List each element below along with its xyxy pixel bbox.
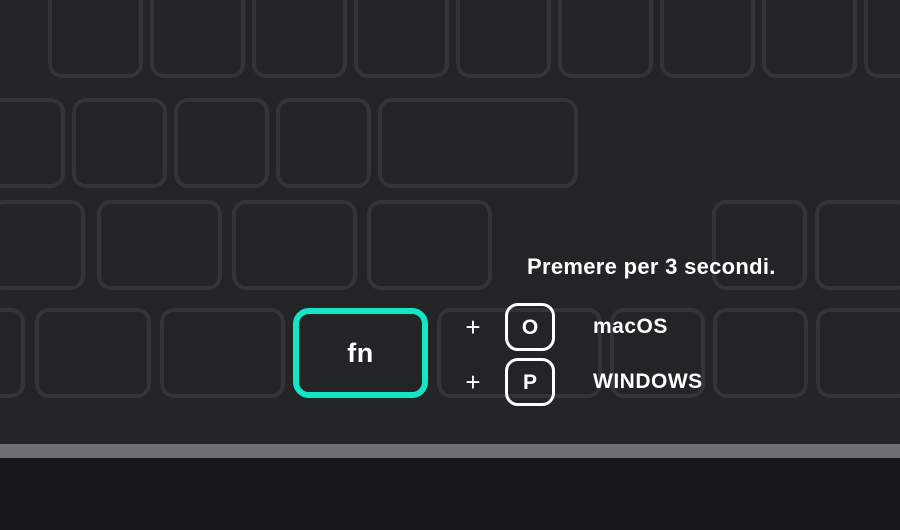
fn-key-label: fn xyxy=(347,338,373,369)
key-p-label: P xyxy=(523,372,537,393)
bg-key xyxy=(97,200,222,290)
bottom-band xyxy=(0,458,900,530)
bg-key xyxy=(816,308,900,398)
bg-key xyxy=(252,0,347,78)
bg-key xyxy=(150,0,245,78)
bg-key xyxy=(48,0,143,78)
bg-key xyxy=(456,0,551,78)
plus-icon: + xyxy=(459,369,487,395)
bg-key xyxy=(713,308,808,398)
plus-icon: + xyxy=(459,314,487,340)
bg-key xyxy=(0,308,25,398)
bg-key xyxy=(660,0,755,78)
key-o-label: O xyxy=(522,317,538,338)
divider-bar xyxy=(0,444,900,458)
bg-key xyxy=(276,98,371,188)
bg-key xyxy=(0,200,85,290)
bg-key xyxy=(35,308,151,398)
os-label-macos: macOS xyxy=(593,315,668,339)
key-o: O xyxy=(505,303,555,351)
combo-row-macos: + O macOS xyxy=(459,303,668,351)
combo-row-windows: + P WINDOWS xyxy=(459,358,703,406)
bg-key xyxy=(367,200,492,290)
bg-key xyxy=(160,308,285,398)
bg-key xyxy=(378,98,578,188)
instruction-text: Premere per 3 secondi. xyxy=(527,254,776,280)
key-p: P xyxy=(505,358,555,406)
os-label-windows: WINDOWS xyxy=(593,370,703,394)
fn-key-highlighted: fn xyxy=(293,308,428,398)
bg-key xyxy=(0,98,65,188)
bg-key xyxy=(232,200,357,290)
bg-key xyxy=(72,98,167,188)
bg-key xyxy=(174,98,269,188)
bg-key xyxy=(815,200,900,290)
bg-key xyxy=(558,0,653,78)
bg-key xyxy=(354,0,449,78)
bg-key xyxy=(762,0,857,78)
bg-key xyxy=(864,0,900,78)
